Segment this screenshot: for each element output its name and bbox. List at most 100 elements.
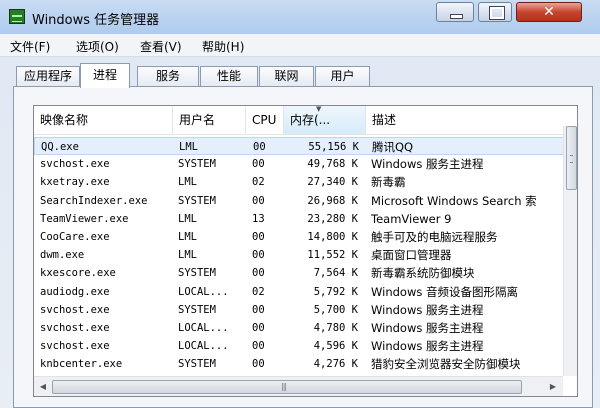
- cell-image-name: svchost.exe: [40, 322, 110, 334]
- table-row[interactable]: SearchIndexer.exe SYSTEM 00 26,968 K Microso…: [34, 192, 577, 210]
- menu-help[interactable]: 帮助(H): [202, 38, 244, 55]
- tab-services[interactable]: 服务: [137, 66, 199, 87]
- cell-user-name: LOCAL...: [178, 340, 229, 353]
- cell-description: 猎豹安全浏览器安全防御模块: [371, 357, 521, 372]
- cell-memory: 5,700 K: [313, 303, 358, 316]
- cell-description: Windows 音频设备图形隔离: [371, 284, 518, 299]
- cell-cpu: 00: [252, 340, 265, 353]
- cell-description: Windows 服务主进程: [371, 302, 484, 317]
- cell-description: 触手可及的电脑远程服务: [371, 230, 498, 244]
- menu-file[interactable]: 文件(F): [10, 38, 50, 55]
- table-row[interactable]: svchost.exe LOCAL... 00 4,780 K Windows 服务主进…: [34, 319, 577, 337]
- table-row[interactable]: svchost.exe SYSTEM 00 49,768 K Windows 服务主进程: [34, 155, 577, 173]
- cell-cpu: 02: [252, 285, 265, 298]
- cell-image-name: SearchIndexer.exe: [40, 194, 148, 207]
- cell-image-name: dwm.exe: [40, 249, 85, 262]
- process-list[interactable]: 映像名称 用户名 CPU 内存(... ▼ 描述 QQ.exe LML 00 55,1…: [33, 105, 578, 397]
- table-row[interactable]: CooCare.exe LML 00 14,800 K 触手可及的电脑远程服务: [34, 228, 577, 246]
- table-row[interactable]: TeamViewer.exe LML 13 23,280 K TeamViewer 9: [34, 210, 577, 228]
- tab-processes[interactable]: 进程: [80, 63, 130, 88]
- column-memory[interactable]: 内存(... ▼: [284, 106, 366, 134]
- vertical-scroll-thumb[interactable]: [566, 126, 577, 190]
- cell-memory: 23,280 K: [307, 212, 358, 225]
- table-row[interactable]: svchost.exe LOCAL... 00 4,596 K Windows 服务主进…: [34, 337, 577, 355]
- cell-description: TeamViewer 9: [371, 211, 452, 226]
- tab-applications[interactable]: 应用程序: [16, 66, 80, 87]
- task-manager-icon: [9, 9, 25, 24]
- cell-description: Windows 服务主进程: [371, 321, 484, 335]
- cell-memory: 7,564 K: [313, 267, 358, 280]
- cell-user-name: LOCAL...: [178, 285, 229, 298]
- cell-image-name: svchost.exe: [40, 158, 110, 171]
- cell-user-name: SYSTEM: [178, 303, 216, 316]
- cell-memory: 55,156 K: [308, 141, 359, 153]
- task-manager-window: Windows 任务管理器 ✕ 文件(F) 选项(O) 查看(V) 帮助(H) …: [0, 0, 600, 408]
- cell-cpu: 00: [253, 141, 266, 153]
- title-bar[interactable]: Windows 任务管理器 ✕: [0, 0, 600, 34]
- column-image-name[interactable]: 映像名称: [34, 106, 173, 134]
- cell-description: 桌面窗口管理器: [371, 248, 452, 263]
- table-row[interactable]: kxetray.exe LML 02 27,340 K 新毒霸: [34, 173, 577, 191]
- table-row[interactable]: QQ.exe LML 00 55,156 K 腾讯QQ: [34, 137, 577, 155]
- cell-image-name: QQ.exe: [41, 141, 79, 153]
- horizontal-scrollbar[interactable]: ◀ ||| ▶: [34, 376, 563, 396]
- cell-user-name: LML: [179, 141, 198, 153]
- close-icon: ✕: [543, 4, 555, 20]
- cell-memory: 4,596 K: [313, 340, 358, 353]
- cell-image-name: kxescore.exe: [40, 267, 116, 280]
- cell-cpu: 00: [252, 194, 265, 207]
- table-row[interactable]: dwm.exe LML 00 11,552 K 桌面窗口管理器: [34, 246, 577, 264]
- tab-strip: 应用程序 进程 服务 性能 联网 用户: [0, 63, 600, 88]
- column-cpu[interactable]: CPU: [246, 106, 284, 134]
- cell-image-name: TeamViewer.exe: [40, 212, 129, 225]
- menu-view[interactable]: 查看(V): [140, 38, 182, 55]
- cell-cpu: 00: [252, 267, 265, 280]
- table-row[interactable]: kxescore.exe SYSTEM 00 7,564 K 新毒霸系统防御模块: [34, 264, 577, 282]
- tab-users[interactable]: 用户: [315, 66, 370, 87]
- tab-performance[interactable]: 性能: [200, 66, 258, 87]
- cell-description: Windows 服务主进程: [371, 157, 484, 172]
- cell-user-name: SYSTEM: [178, 194, 216, 207]
- cell-image-name: audiodg.exe: [40, 285, 110, 298]
- list-header: 映像名称 用户名 CPU 内存(... ▼ 描述: [34, 106, 577, 135]
- cell-cpu: 00: [252, 158, 265, 171]
- cell-image-name: svchost.exe: [40, 303, 110, 316]
- minimize-button[interactable]: [436, 2, 474, 22]
- cell-memory: 4,780 K: [313, 322, 358, 334]
- maximize-button[interactable]: [478, 2, 512, 22]
- tab-networking[interactable]: 联网: [259, 66, 314, 87]
- scroll-right-icon[interactable]: ▶: [548, 380, 558, 394]
- cell-image-name: knbcenter.exe: [40, 358, 123, 371]
- cell-image-name: CooCare.exe: [40, 231, 110, 243]
- table-row[interactable]: audiodg.exe LOCAL... 02 5,792 K Windows 音频设备…: [34, 283, 577, 301]
- cell-description: Windows 服务主进程: [371, 339, 484, 354]
- window-title: Windows 任务管理器: [32, 13, 160, 28]
- cell-memory: 26,968 K: [307, 194, 358, 207]
- column-description[interactable]: 描述: [366, 106, 563, 134]
- cell-user-name: LML: [178, 212, 197, 225]
- horizontal-scroll-thumb[interactable]: |||: [52, 380, 522, 394]
- cell-memory: 4,276 K: [313, 358, 358, 371]
- table-row[interactable]: knbcenter.exe SYSTEM 00 4,276 K 猎豹安全浏览器安全防御模…: [34, 355, 577, 373]
- cell-memory: 5,792 K: [313, 285, 358, 298]
- cell-cpu: 00: [252, 249, 265, 262]
- close-button[interactable]: ✕: [516, 2, 582, 22]
- cell-user-name: SYSTEM: [178, 358, 216, 371]
- cell-description: Microsoft Windows Search 索: [371, 193, 537, 208]
- cell-cpu: 00: [252, 231, 265, 243]
- table-row[interactable]: svchost.exe SYSTEM 00 5,700 K Windows 服务主进程: [34, 301, 577, 319]
- menu-options[interactable]: 选项(O): [76, 38, 119, 55]
- cell-memory: 49,768 K: [307, 158, 358, 171]
- cell-cpu: 00: [252, 358, 265, 371]
- cell-description: 新毒霸系统防御模块: [371, 266, 475, 281]
- cell-user-name: LOCAL...: [178, 322, 229, 334]
- cell-cpu: 00: [252, 303, 265, 316]
- column-memory-label: 内存(...: [290, 113, 331, 127]
- cell-description: 新毒霸: [371, 175, 406, 190]
- cell-description: 腾讯QQ: [372, 140, 414, 154]
- vertical-scrollbar[interactable]: [563, 126, 577, 376]
- cell-user-name: LML: [178, 249, 197, 262]
- grip-icon: |||: [281, 382, 287, 391]
- scroll-left-icon[interactable]: ◀: [38, 380, 48, 394]
- column-user-name[interactable]: 用户名: [173, 106, 246, 134]
